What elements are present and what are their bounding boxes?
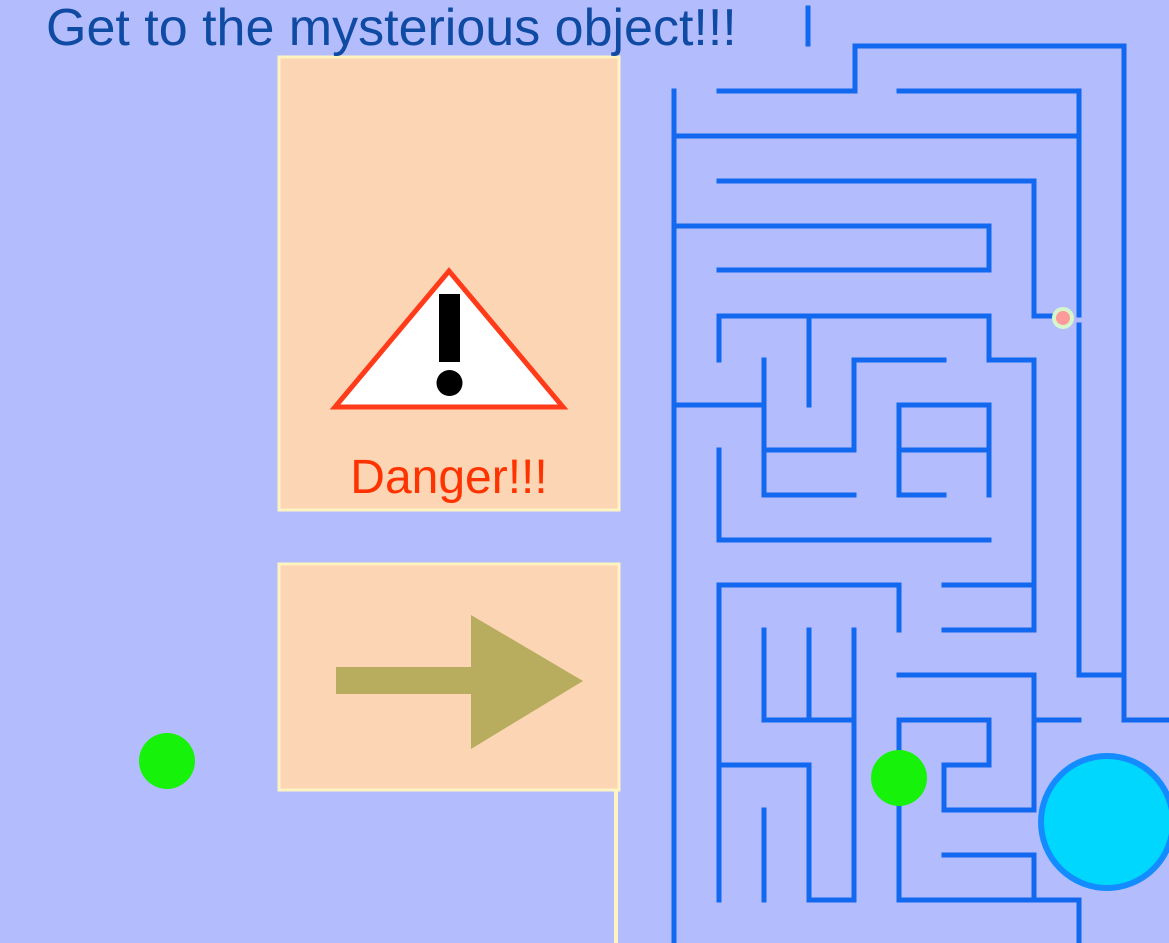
enemy-dot [871,750,927,806]
danger-label: Danger!!! [350,451,548,504]
objective-message: Get to the mysterious object!!! [46,0,737,57]
player-dot[interactable] [139,733,195,789]
mysterious-object-marker [1052,307,1074,329]
goal-circle[interactable] [1038,753,1169,891]
